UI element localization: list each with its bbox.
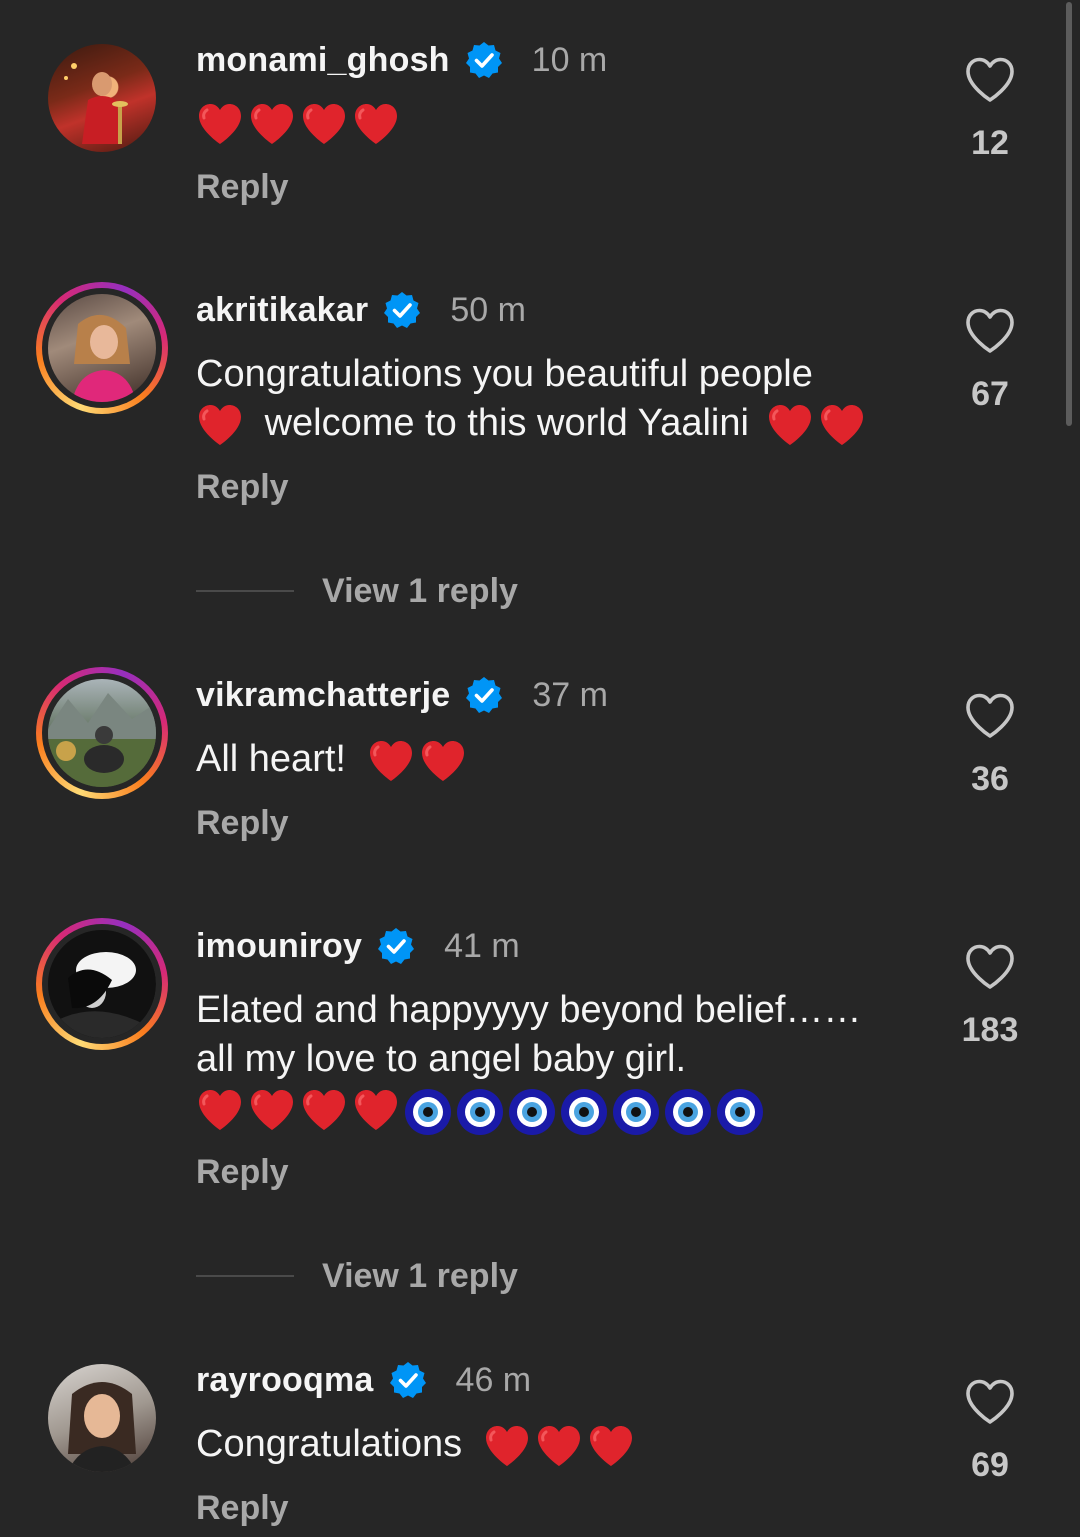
- heart-emojis: [196, 102, 400, 146]
- avatar[interactable]: [48, 44, 156, 152]
- emoji-row: [196, 1086, 936, 1136]
- comment-text: [196, 98, 926, 147]
- avatar-image-icon: [68, 1382, 136, 1472]
- red-heart-emoji-icon: [535, 1424, 583, 1468]
- heart-emojis: [196, 1088, 764, 1136]
- red-heart-emoji-icon: [483, 1424, 531, 1468]
- scrollbar[interactable]: [1066, 2, 1072, 426]
- nazar-amulet-emoji-icon: [612, 1088, 660, 1136]
- like-column: 12: [950, 56, 1030, 163]
- view-replies-divider: [196, 590, 294, 592]
- comment-line-1: Elated and happyyyy beyond belief……: [196, 989, 862, 1031]
- comment-time: 46 m: [455, 1360, 532, 1399]
- reply-button[interactable]: Reply: [196, 804, 289, 843]
- heart-outline-icon[interactable]: [964, 56, 1016, 104]
- heart-emojis: [367, 739, 467, 783]
- comment-text: Elated and happyyyy beyond belief…… all …: [196, 986, 936, 1136]
- verified-badge-icon: [376, 926, 416, 966]
- heart-outline-icon[interactable]: [964, 1378, 1016, 1426]
- like-column: 183: [950, 943, 1030, 1050]
- nazar-amulet-emoji-icon: [404, 1088, 452, 1136]
- red-heart-emoji-icon: [818, 403, 866, 447]
- reply-button[interactable]: Reply: [196, 1153, 289, 1192]
- comments-page: monami_ghosh 10 m Reply 12 akritikakar 5…: [0, 0, 1080, 1537]
- like-count: 36: [971, 760, 1009, 798]
- comment-text-content: All heart!: [196, 738, 346, 780]
- username[interactable]: monami_ghosh: [196, 41, 450, 80]
- comment-line-2: welcome to this world Yaalini: [264, 402, 749, 444]
- heart-outline-icon[interactable]: [964, 307, 1016, 355]
- view-replies[interactable]: View 1 reply: [196, 571, 518, 611]
- nazar-amulet-emoji-icon: [716, 1088, 764, 1136]
- verified-badge-icon: [464, 675, 504, 715]
- red-heart-emoji-icon: [248, 1088, 296, 1132]
- nazar-amulet-emoji-icon: [508, 1088, 556, 1136]
- red-heart-emoji-icon: [766, 403, 814, 447]
- nazar-amulet-emoji-icon: [560, 1088, 608, 1136]
- red-heart-emoji-icon: [367, 739, 415, 783]
- red-heart-emoji-icon: [587, 1424, 635, 1468]
- like-column: 36: [950, 692, 1030, 799]
- like-count: 67: [971, 375, 1009, 413]
- avatar-story-ring[interactable]: [36, 918, 168, 1050]
- avatar-story-ring[interactable]: [36, 282, 168, 414]
- verified-badge-icon: [464, 40, 504, 80]
- username[interactable]: imouniroy: [196, 927, 362, 966]
- comment-time: 41 m: [444, 926, 520, 965]
- like-column: 67: [950, 307, 1030, 414]
- avatar-image-icon: [48, 930, 156, 1038]
- like-count: 12: [971, 124, 1009, 162]
- view-replies[interactable]: View 1 reply: [196, 1256, 518, 1296]
- comment-time: 10 m: [531, 40, 608, 79]
- reply-button[interactable]: Reply: [196, 168, 289, 207]
- like-count: 183: [961, 1011, 1019, 1049]
- heart-outline-icon[interactable]: [964, 692, 1016, 740]
- red-heart-emoji-icon: [248, 102, 296, 146]
- comment-text: Congratulations: [196, 1420, 926, 1469]
- comment-text-content: Congratulations: [196, 1423, 463, 1465]
- nazar-amulet-emoji-icon: [456, 1088, 504, 1136]
- username[interactable]: rayrooqma: [196, 1361, 374, 1400]
- like-count: 69: [971, 1446, 1009, 1484]
- username[interactable]: akritikakar: [196, 291, 368, 330]
- avatar-story-ring[interactable]: [36, 667, 168, 799]
- nazar-amulet-emoji-icon: [664, 1088, 712, 1136]
- comment-time: 37 m: [532, 675, 608, 714]
- comment-line-1: Congratulations you beautiful people: [196, 353, 813, 395]
- view-replies-divider: [196, 1275, 294, 1277]
- red-heart-emoji-icon: [352, 102, 400, 146]
- heart-outline-icon[interactable]: [964, 943, 1016, 991]
- verified-badge-icon: [382, 290, 422, 330]
- red-heart-emoji-icon: [196, 102, 244, 146]
- heart-emojis: [483, 1424, 635, 1468]
- avatar-image-icon: [72, 314, 136, 402]
- avatar-image-icon: [64, 63, 128, 144]
- view-replies-label[interactable]: View 1 reply: [322, 572, 518, 611]
- comment-time: 50 m: [450, 290, 526, 329]
- red-heart-emoji-icon: [419, 739, 467, 783]
- comment-line-2-row: welcome to this world Yaalini: [196, 399, 936, 448]
- comment-text: Congratulations you beautiful people wel…: [196, 350, 936, 448]
- reply-button[interactable]: Reply: [196, 1489, 289, 1528]
- red-heart-emoji-icon: [300, 1088, 348, 1132]
- red-heart-emoji-icon: [196, 1088, 244, 1132]
- red-heart-emoji-icon: [196, 403, 244, 447]
- username[interactable]: vikramchatterje: [196, 676, 450, 715]
- like-column: 69: [950, 1378, 1030, 1485]
- avatar[interactable]: [48, 1364, 156, 1472]
- verified-badge-icon: [388, 1360, 428, 1400]
- red-heart-emoji-icon: [300, 102, 348, 146]
- view-replies-label[interactable]: View 1 reply: [322, 1257, 518, 1296]
- comment-text: All heart!: [196, 735, 926, 784]
- avatar-image-icon: [48, 693, 156, 787]
- comment-line-2: all my love to angel baby girl.: [196, 1038, 687, 1080]
- red-heart-emoji-icon: [352, 1088, 400, 1132]
- reply-button[interactable]: Reply: [196, 468, 289, 507]
